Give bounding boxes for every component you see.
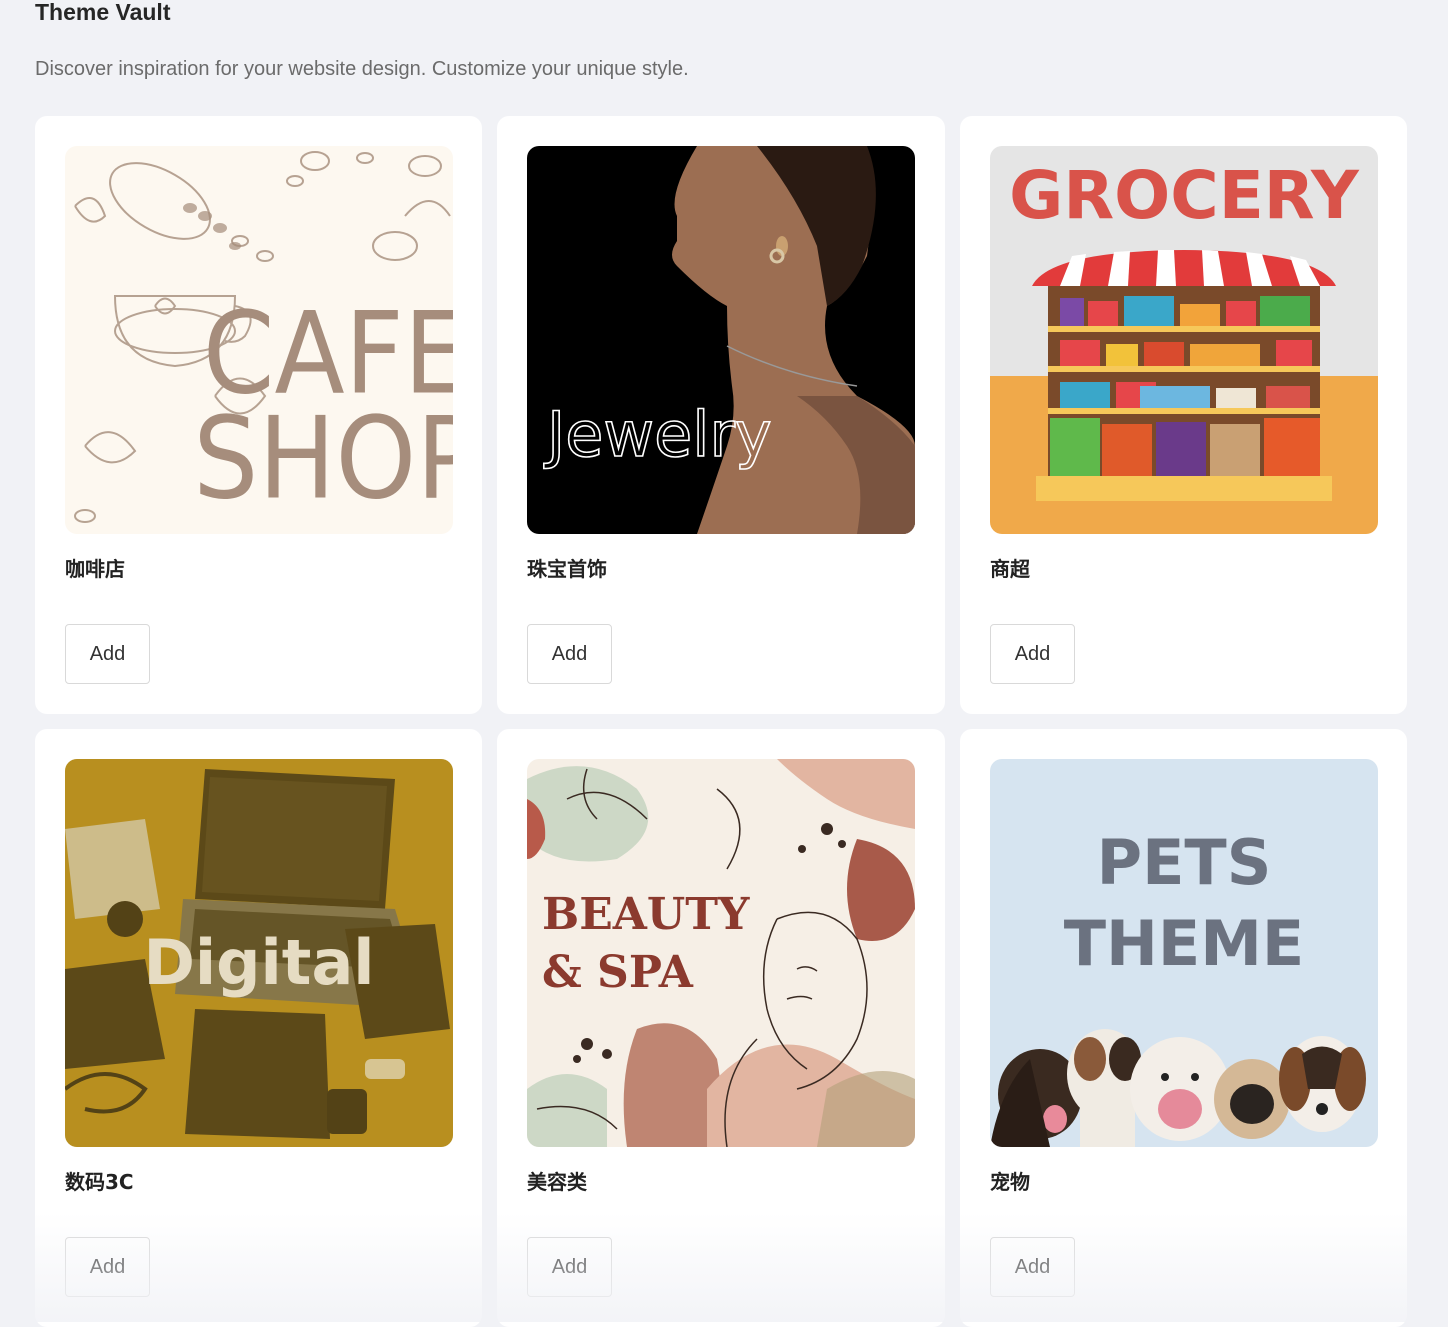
add-button[interactable]: Add (65, 1237, 150, 1297)
digital-image: Digital (65, 759, 453, 1147)
theme-thumbnail-jewelry[interactable]: Jewelry (527, 146, 915, 534)
theme-card-grocery[interactable]: GROCERY 商超 Add (960, 116, 1407, 714)
cafe-shop-image: CAFE SHOP (65, 146, 453, 534)
theme-card-pets[interactable]: PETS THEME 宠物 Add (960, 729, 1407, 1327)
theme-card-beauty[interactable]: BEAUTY & SPA 美容类 Add (497, 729, 945, 1327)
add-button[interactable]: Add (65, 624, 150, 684)
jewelry-title: Jewelry (543, 398, 772, 471)
pets-theme-image: PETS THEME (990, 759, 1378, 1147)
add-button[interactable]: Add (990, 1237, 1075, 1297)
beauty-title-line1: BEAUTY (542, 889, 750, 940)
jewelry-image: Jewelry (527, 146, 915, 534)
theme-name: 商超 (990, 557, 1030, 581)
theme-card-jewelry[interactable]: Jewelry 珠宝首饰 Add (497, 116, 945, 714)
beauty-spa-image: BEAUTY & SPA (527, 759, 915, 1147)
grocery-image: GROCERY (990, 146, 1378, 534)
page-subtitle: Discover inspiration for your website de… (35, 58, 689, 80)
theme-thumbnail-cafe[interactable]: CAFE SHOP (65, 146, 453, 534)
page-title: Theme Vault (35, 0, 171, 25)
add-button[interactable]: Add (527, 624, 612, 684)
grocery-title: GROCERY (1009, 157, 1360, 234)
theme-name: 咖啡店 (65, 557, 125, 581)
theme-name: 宠物 (990, 1170, 1030, 1194)
digital-title: Digital (143, 926, 374, 999)
pets-title-line2: THEME (1064, 907, 1305, 980)
add-button[interactable]: Add (527, 1237, 612, 1297)
theme-thumbnail-pets[interactable]: PETS THEME (990, 759, 1378, 1147)
theme-thumbnail-beauty[interactable]: BEAUTY & SPA (527, 759, 915, 1147)
theme-name: 珠宝首饰 (527, 557, 607, 581)
cafe-title-line2: SHOP (193, 393, 453, 525)
pets-title-line1: PETS (1097, 826, 1272, 899)
theme-name: 美容类 (527, 1170, 587, 1194)
add-button[interactable]: Add (990, 624, 1075, 684)
theme-grid: CAFE SHOP 咖啡店 Add Jewelry 珠宝首饰 Add GROCE… (35, 116, 1407, 1327)
theme-card-cafe[interactable]: CAFE SHOP 咖啡店 Add (35, 116, 482, 714)
theme-name: 数码3C (65, 1170, 134, 1194)
beauty-title-line2: & SPA (542, 947, 694, 998)
theme-thumbnail-digital[interactable]: Digital (65, 759, 453, 1147)
theme-thumbnail-grocery[interactable]: GROCERY (990, 146, 1378, 534)
theme-card-digital[interactable]: Digital 数码3C Add (35, 729, 482, 1327)
